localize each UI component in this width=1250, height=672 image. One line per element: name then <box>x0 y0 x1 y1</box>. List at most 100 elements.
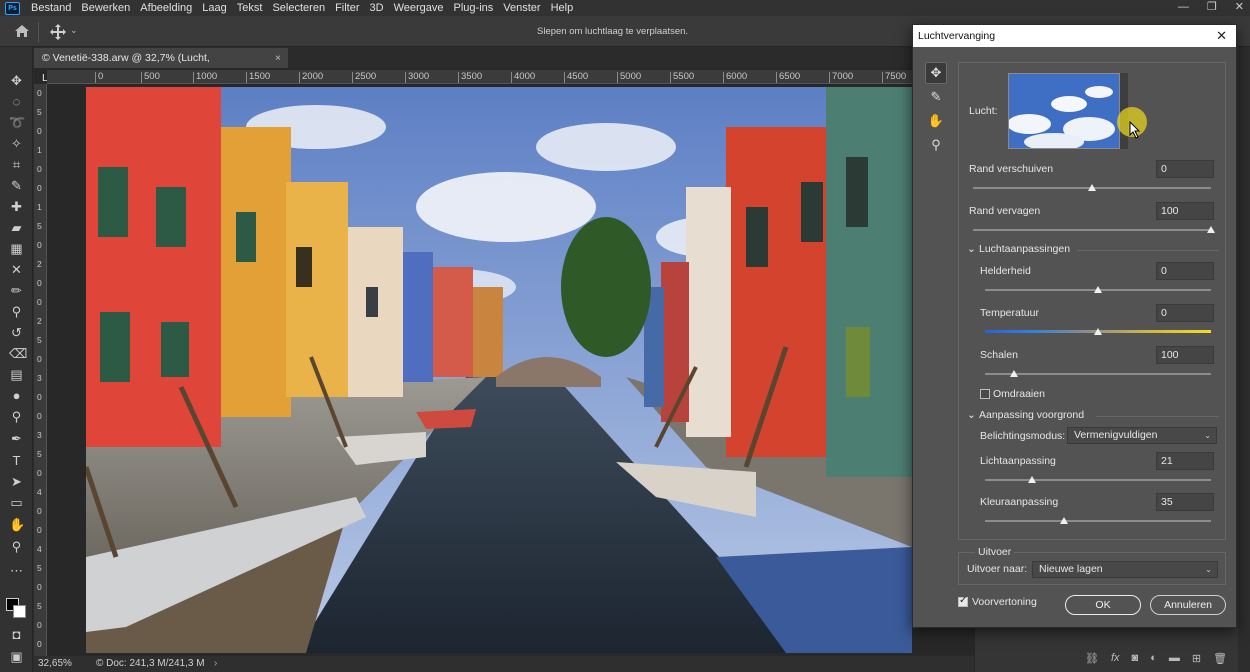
trash-icon[interactable]: 🗑 <box>1213 652 1227 665</box>
menu-3d[interactable]: 3D <box>365 0 389 16</box>
home-icon[interactable] <box>14 24 30 38</box>
menu-afbeelding[interactable]: Afbeelding <box>135 0 197 16</box>
zoom-level[interactable]: 32,65% <box>38 656 72 672</box>
minimize-button[interactable]: — <box>1178 0 1189 14</box>
lasso-tool-icon[interactable]: ➰ <box>9 115 25 130</box>
fade-edge-value[interactable]: 100 <box>1156 202 1214 220</box>
blend-mode-select[interactable]: Vermenigvuldigen ⌄ <box>1067 427 1217 444</box>
content-aware-move-icon[interactable]: ✕ <box>9 262 24 277</box>
menu-plugins[interactable]: Plug-ins <box>449 0 499 16</box>
new-layer-icon[interactable]: ⊞ <box>1192 652 1201 665</box>
path-selection-tool-icon[interactable]: ➤ <box>9 474 24 489</box>
ok-button[interactable]: OK <box>1065 595 1141 615</box>
move-tool-preset-icon[interactable] <box>50 24 66 40</box>
group-folder-icon[interactable]: ▬ <box>1169 652 1180 665</box>
flip-checkbox[interactable] <box>980 389 990 399</box>
chevron-down-icon[interactable]: ⌄ <box>70 25 78 36</box>
menu-tekst[interactable]: Tekst <box>232 0 268 16</box>
shift-edge-value[interactable]: 0 <box>1156 160 1214 178</box>
fade-edge-track[interactable] <box>973 229 1211 231</box>
blur-tool-icon[interactable]: ● <box>9 388 24 403</box>
light-adjustment-thumb[interactable] <box>1028 476 1037 483</box>
scale-thumb[interactable] <box>1010 370 1019 377</box>
close-tab-icon[interactable]: × <box>275 48 281 68</box>
ruler-label: 0 <box>37 297 42 307</box>
color-adjustment-value[interactable]: 35 <box>1156 493 1214 511</box>
menu-bewerken[interactable]: Bewerken <box>76 0 135 16</box>
brightness-label: Helderheid <box>980 265 1031 277</box>
sky-adjustments-header[interactable]: Luchtaanpassingen <box>979 243 1070 255</box>
preview-checkbox[interactable] <box>958 595 968 607</box>
zoom-tool-icon[interactable]: ⚲ <box>925 134 947 156</box>
brightness-value[interactable]: 0 <box>1156 262 1214 280</box>
document-tab[interactable]: © Venetië-338.arw @ 32,7% (Lucht, Laagma… <box>34 48 288 84</box>
pen-tool-icon[interactable]: ✒ <box>9 431 24 446</box>
hand-tool-icon[interactable]: ✋ <box>9 517 25 532</box>
close-icon[interactable]: ✕ <box>1216 25 1227 47</box>
add-mask-icon[interactable]: ◙ <box>1132 652 1139 665</box>
menu-help[interactable]: Help <box>546 0 579 16</box>
clone-stamp-tool-icon[interactable]: ⚲ <box>9 304 24 319</box>
zoom-tool-icon[interactable]: ⚲ <box>9 539 24 554</box>
move-sky-tool-icon[interactable]: ✥ <box>925 62 947 84</box>
patch-tool-icon[interactable]: ▦ <box>9 241 24 256</box>
healing-tool-icon[interactable]: ▰ <box>9 220 24 235</box>
light-adjustment-track[interactable] <box>985 479 1211 481</box>
eraser-tool-icon[interactable]: ⌫ <box>9 346 27 361</box>
brightness-thumb[interactable] <box>1094 286 1102 293</box>
type-tool-icon[interactable]: T <box>9 453 24 468</box>
scale-value[interactable]: 100 <box>1156 346 1214 364</box>
hand-tool-icon[interactable]: ✋ <box>925 110 947 132</box>
ruler-label: 0 <box>37 506 42 516</box>
shift-edge-thumb[interactable] <box>1088 184 1096 191</box>
quick-selection-tool-icon[interactable]: ✧ <box>9 136 24 151</box>
brush-tool-icon[interactable]: ✏ <box>9 283 24 298</box>
close-window-button[interactable]: ✕ <box>1235 0 1244 14</box>
menu-bestand[interactable]: Bestand <box>26 0 76 16</box>
dodge-tool-icon[interactable]: ⚲ <box>9 409 24 424</box>
restore-button[interactable]: ❐ <box>1207 0 1217 14</box>
output-to-select[interactable]: Nieuwe lagen ⌄ <box>1032 561 1218 578</box>
status-menu-arrow[interactable]: › <box>214 656 217 672</box>
image-canvas[interactable] <box>86 87 912 653</box>
light-adjustment-value[interactable]: 21 <box>1156 452 1214 470</box>
eyedropper-tool-icon[interactable]: ✎ <box>9 178 24 193</box>
menu-filter[interactable]: Filter <box>330 0 364 16</box>
scale-track[interactable] <box>985 373 1211 375</box>
fx-icon[interactable]: fx <box>1111 652 1120 665</box>
sky-preset-thumbnail[interactable] <box>1008 73 1120 149</box>
cancel-button[interactable]: Annuleren <box>1150 595 1226 615</box>
menu-selecteren[interactable]: Selecteren <box>267 0 330 16</box>
preview-label: Voorvertoning <box>972 596 1037 608</box>
move-tool-icon[interactable]: ✥ <box>9 73 24 88</box>
rectangle-tool-icon[interactable]: ▭ <box>9 495 24 510</box>
temperature-thumb[interactable] <box>1094 328 1102 335</box>
foreground-adjustments-header[interactable]: Aanpassing voorgrond <box>979 409 1084 421</box>
spot-healing-tool-icon[interactable]: ✚ <box>9 199 24 214</box>
temperature-value[interactable]: 0 <box>1156 304 1214 322</box>
link-layers-icon[interactable]: ⛓ <box>1085 652 1099 665</box>
adjustment-layer-icon[interactable]: ◐ <box>1150 652 1157 665</box>
history-brush-tool-icon[interactable]: ↺ <box>9 325 24 340</box>
quick-mask-icon[interactable]: ◘ <box>9 627 24 642</box>
fade-edge-thumb[interactable] <box>1207 226 1215 233</box>
sky-adjustments-toggle[interactable]: ⌄ <box>967 243 976 255</box>
foreground-adjustments-toggle[interactable]: ⌄ <box>967 409 976 421</box>
menu-venster[interactable]: Venster <box>498 0 545 16</box>
menu-laag[interactable]: Laag <box>197 0 231 16</box>
ruler-label: 6500 <box>776 72 800 83</box>
output-to-value: Nieuwe lagen <box>1039 563 1103 575</box>
crop-tool-icon[interactable]: ⌗ <box>9 157 24 172</box>
more-tools-icon[interactable]: ⋯ <box>9 563 24 578</box>
ruler-label: 0 <box>37 392 42 402</box>
color-adjustment-thumb[interactable] <box>1060 517 1069 524</box>
ruler-label: 3000 <box>405 72 429 83</box>
menu-weergave[interactable]: Weergave <box>389 0 449 16</box>
gradient-tool-icon[interactable]: ▤ <box>9 367 24 382</box>
color-adjustment-track[interactable] <box>985 520 1211 522</box>
marquee-tool-icon[interactable]: ◌ <box>9 94 24 109</box>
ruler-label: 0 <box>37 240 42 250</box>
sky-brush-tool-icon[interactable]: ✎ <box>925 86 947 108</box>
screen-mode-icon[interactable]: ▣ <box>9 649 24 664</box>
background-color-swatch[interactable] <box>13 605 26 618</box>
